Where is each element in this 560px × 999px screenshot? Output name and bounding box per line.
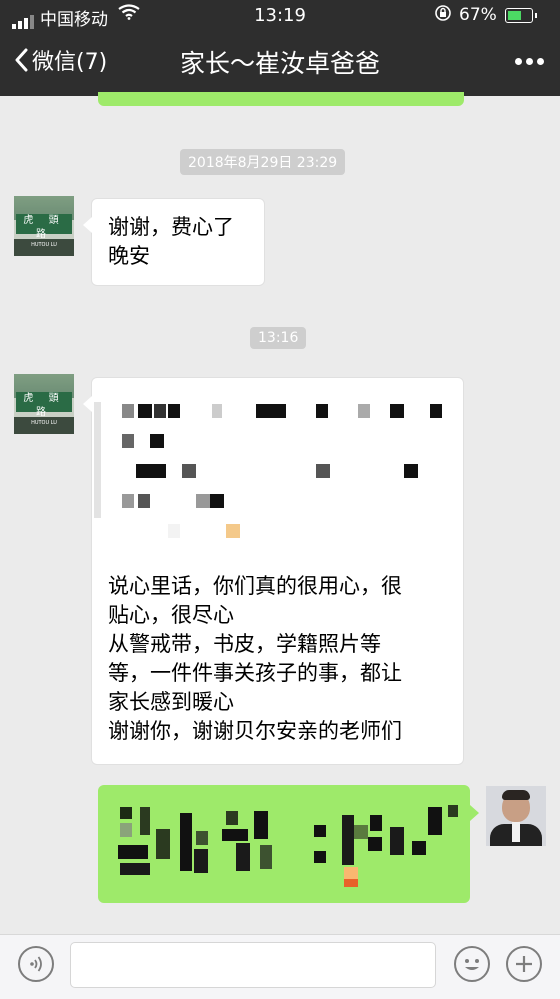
battery-percent: 67% — [459, 5, 497, 25]
header: 中国移动 13:19 67% 微信(7) 家长～崔汝卓爸爸 — [0, 0, 560, 96]
redacted-quote — [92, 378, 463, 548]
timestamp: 2018年8月29日 23:29 — [180, 149, 346, 175]
message-input[interactable] — [70, 942, 436, 988]
message-line: 谢谢你，谢谢贝尔安亲的老师们 — [108, 719, 402, 743]
emoji-icon[interactable] — [454, 946, 490, 982]
previous-message-bubble[interactable] — [98, 92, 464, 106]
orientation-lock-icon — [434, 4, 452, 26]
plus-icon[interactable] — [506, 946, 542, 982]
message-line: 从警戒带，书皮，学籍照片等 — [108, 632, 381, 656]
voice-icon[interactable] — [18, 946, 54, 982]
input-bar — [0, 934, 560, 999]
message-line: 贴心，很尽心 — [108, 603, 234, 627]
message-line: 家长感到暖心 — [108, 690, 234, 714]
battery-icon — [505, 8, 537, 23]
status-bar: 中国移动 13:19 67% — [0, 0, 560, 30]
nav-bar: 微信(7) 家长～崔汝卓爸爸 — [0, 36, 560, 92]
timestamp: 13:16 — [250, 327, 307, 349]
message-bubble[interactable]: 谢谢，费心了 晚安 — [83, 198, 265, 286]
avatar[interactable]: 虎 頭 路 HUTOU LU — [14, 374, 74, 434]
back-label: 微信(7) — [32, 50, 108, 75]
self-message-bubble[interactable] — [98, 785, 479, 903]
more-icon[interactable] — [511, 50, 544, 69]
message-line: 等，一件件事关孩子的事，都让 — [108, 661, 402, 685]
avatar[interactable]: 虎 頭 路 HUTOU LU — [14, 196, 74, 256]
message-line: 说心里话，你们真的很用心，很 — [108, 574, 402, 598]
self-avatar[interactable] — [486, 786, 546, 846]
back-button[interactable]: 微信(7) — [14, 44, 107, 76]
message-bubble[interactable]: 说心里话，你们真的很用心，很 贴心，很尽心 从警戒带，书皮，学籍照片等 等，一件… — [83, 377, 464, 765]
back-chevron-icon — [15, 48, 28, 72]
message-line: 谢谢，费心了 — [108, 215, 234, 239]
message-line: 晚安 — [108, 244, 150, 268]
